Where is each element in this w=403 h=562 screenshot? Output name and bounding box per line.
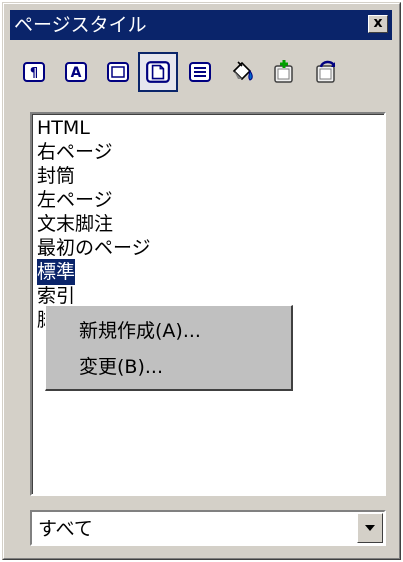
paragraph-styles-icon: ¶ [23,62,45,82]
update-style-icon [316,60,336,83]
context-menu: 新規作成(A)... 変更(B)... [45,305,293,391]
update-style-button[interactable] [306,52,346,92]
styles-list[interactable]: HTML 右ページ 封筒 左ページ 文末脚注 最初のページ 標準 索引 脚注 [30,112,386,496]
fill-format-mode-button[interactable] [222,52,262,92]
svg-text:A: A [71,65,82,81]
filter-value: すべて [38,518,93,540]
frame-styles-button[interactable] [98,52,138,92]
list-item-endnote[interactable]: 文末脚注 [37,211,113,237]
stylist-window: ページスタイル x ¶ A HTML 右ページ 封筒 左ページ 文末脚注 最初の… [2,2,401,560]
character-styles-icon: A [65,62,87,82]
fill-format-mode-icon [232,61,253,81]
new-style-from-selection-button[interactable] [264,52,304,92]
context-menu-modify[interactable]: 変更(B)... [79,354,163,380]
close-button[interactable]: x [368,15,388,33]
filter-dropdown[interactable]: すべて [30,510,386,546]
new-style-from-selection-icon [274,60,293,83]
character-styles-button[interactable]: A [56,52,96,92]
list-item-right-page[interactable]: 右ページ [37,139,113,165]
context-menu-new[interactable]: 新規作成(A)... [79,318,201,344]
list-item-first-page[interactable]: 最初のページ [37,235,151,261]
list-item-default[interactable]: 標準 [37,259,76,285]
list-styles-icon [189,62,211,82]
svg-text:¶: ¶ [30,66,38,81]
styles-list-inner: HTML 右ページ 封筒 左ページ 文末脚注 最初のページ 標準 索引 脚注 [32,114,384,494]
list-item-left-page[interactable]: 左ページ [37,187,113,213]
style-toolbar: ¶ A [10,44,398,106]
window-title: ページスタイル [14,14,147,36]
title-bar[interactable]: ページスタイル x [10,10,392,40]
list-item-envelope[interactable]: 封筒 [37,163,75,189]
dropdown-button[interactable] [357,513,383,543]
list-item-html[interactable]: HTML [37,115,90,141]
list-styles-button[interactable] [180,52,220,92]
page-styles-icon [146,61,170,83]
paragraph-styles-button[interactable]: ¶ [14,52,54,92]
frame-styles-icon [107,62,129,82]
close-icon: x [373,15,383,31]
window-frame: ページスタイル x ¶ A HTML 右ページ 封筒 左ページ 文末脚注 最初の… [3,3,400,559]
chevron-down-icon [365,525,375,531]
page-styles-button[interactable] [138,52,178,92]
